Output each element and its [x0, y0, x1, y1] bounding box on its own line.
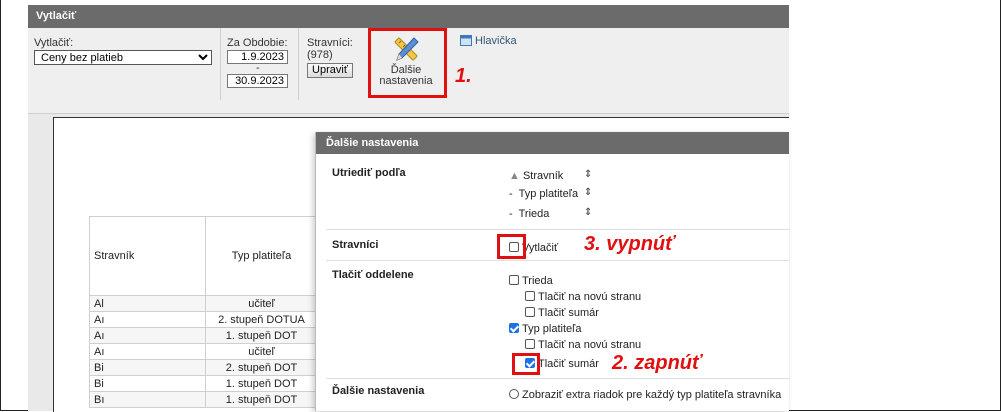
section-divider	[326, 260, 790, 261]
sort-item-label: Stravník	[522, 170, 564, 182]
cell-stravnik: Al	[89, 295, 206, 312]
hlavicka-label: Hlavička	[475, 35, 517, 47]
upravit-button[interactable]: Upraviť	[307, 63, 353, 78]
typ-nova-strana-checkbox[interactable]	[525, 339, 535, 349]
trieda-sumar-option[interactable]: Tlačiť sumár	[525, 307, 599, 319]
toolbar-divider	[298, 28, 299, 100]
period-label: Za Obdobie:	[227, 37, 288, 49]
table-row: Aı učiteľ	[89, 343, 318, 360]
sort-asc-icon: ▲	[509, 170, 520, 182]
report-table: Stravník Typ platiteľa Al učiteľ Aı 2. stu…	[89, 216, 318, 408]
table-row: Aı 2. stupeň DOTUA	[89, 311, 318, 328]
cell-typ: učiteľ	[205, 343, 318, 360]
trieda-checkbox[interactable]	[509, 275, 519, 285]
option-label: Trieda	[522, 275, 553, 287]
annotation-1: 1.	[455, 65, 472, 87]
trieda-nova-strana-checkbox[interactable]	[525, 291, 535, 301]
cell-stravnik: Bi	[89, 359, 206, 376]
table-row: Bı 1. stupeň DOT	[89, 391, 318, 408]
cell-typ: 1. stupeň DOT	[205, 391, 318, 408]
dialog-title: Ďalšie nastavenia	[316, 132, 789, 154]
hlavicka-link[interactable]: Hlavička	[460, 35, 517, 49]
annotation-box-1	[368, 28, 447, 98]
sort-item-typ[interactable]: - Typ platiteľa ⇕	[509, 187, 592, 200]
annotation-2: 2. zapnúť	[612, 352, 702, 374]
annotation-box-2	[512, 353, 540, 375]
extra-riadok-option[interactable]: Zobraziť extra riadok pre každý typ plat…	[509, 389, 781, 401]
table-row: Al učiteľ	[89, 295, 318, 312]
dalsie-section-label: Ďalšie nastavenia	[332, 385, 425, 397]
table-row: Bi 1. stupeň DOT	[89, 375, 318, 392]
cell-typ: 1. stupeň DOT	[205, 375, 318, 392]
extra-riadok-radio[interactable]	[509, 389, 519, 399]
annotation-box-3	[497, 234, 526, 259]
sort-section-label: Utriediť podľa	[332, 167, 406, 179]
cell-stravnik: Aı	[89, 311, 206, 328]
option-label: Tlačiť sumár	[538, 307, 599, 319]
cell-stravnik: Bı	[89, 391, 206, 408]
print-type-label: Vytlačiť:	[34, 37, 74, 49]
panel-title: Vytlačiť	[28, 5, 789, 28]
stravnici-label: Stravníci:	[307, 37, 353, 49]
toolbar-divider	[220, 28, 221, 100]
sort-item-label: Typ platiteľa	[518, 188, 579, 200]
trieda-option[interactable]: Trieda	[509, 275, 553, 287]
table-row: Aı 1. stupeň DOT	[89, 327, 318, 344]
table-header-row: Stravník Typ platiteľa	[89, 216, 318, 296]
column-header-stravnik: Stravník	[89, 216, 206, 296]
option-label: Vytlačiť	[522, 242, 559, 254]
sort-prefix: -	[509, 208, 513, 220]
reorder-icon[interactable]: ⇕	[584, 169, 592, 180]
trieda-sumar-checkbox[interactable]	[525, 307, 535, 317]
cell-stravnik: Aı	[89, 327, 206, 344]
dalsie-nastavenia-dialog: Ďalšie nastavenia Utriediť podľa ▲ Strav…	[315, 132, 790, 411]
reorder-icon[interactable]: ⇕	[584, 187, 592, 198]
typ-platitela-checkbox[interactable]	[509, 323, 519, 333]
typ-platitela-option[interactable]: Typ platiteľa	[509, 323, 581, 335]
section-divider	[326, 229, 790, 230]
cell-stravnik: Bi	[89, 375, 206, 392]
sort-prefix: -	[509, 188, 513, 200]
trieda-nova-strana-option[interactable]: Tlačiť na novú stranu	[525, 291, 641, 303]
window-icon	[460, 35, 472, 49]
sort-item-stravnik[interactable]: ▲ Stravník ⇕	[509, 169, 592, 182]
option-label: Tlačiť sumár	[538, 358, 599, 370]
section-divider	[326, 378, 790, 379]
cell-stravnik: Aı	[89, 343, 206, 360]
option-label: Tlačiť na novú stranu	[538, 339, 642, 351]
cell-typ: 1. stupeň DOT	[205, 327, 318, 344]
sort-item-trieda[interactable]: - Trieda ⇕	[509, 207, 592, 220]
cell-typ: 2. stupeň DOTUA	[205, 311, 318, 328]
tlacit-section-label: Tlačiť oddelene	[332, 269, 414, 281]
column-header-typ: Typ platiteľa	[205, 216, 318, 296]
date-dash: -	[256, 62, 260, 74]
option-label: Typ platiteľa	[522, 323, 582, 335]
stravnici-section-label: Stravníci	[332, 239, 379, 251]
annotation-3: 3. vypnúť	[584, 233, 675, 255]
cell-typ: učiteľ	[205, 295, 318, 312]
table-row: Bi 2. stupeň DOT	[89, 359, 318, 376]
date-to-input[interactable]	[227, 74, 288, 88]
print-type-select[interactable]: Ceny bez platieb	[34, 50, 212, 65]
cell-typ: 2. stupeň DOT	[205, 359, 318, 376]
typ-nova-strana-option[interactable]: Tlačiť na novú stranu	[525, 339, 641, 351]
stravnici-count: (978)	[307, 49, 333, 61]
reorder-icon[interactable]: ⇕	[584, 207, 592, 218]
option-label: Tlačiť na novú stranu	[538, 291, 642, 303]
option-label: Zobraziť extra riadok pre každý typ plat…	[522, 389, 782, 401]
sort-item-label: Trieda	[518, 208, 550, 220]
